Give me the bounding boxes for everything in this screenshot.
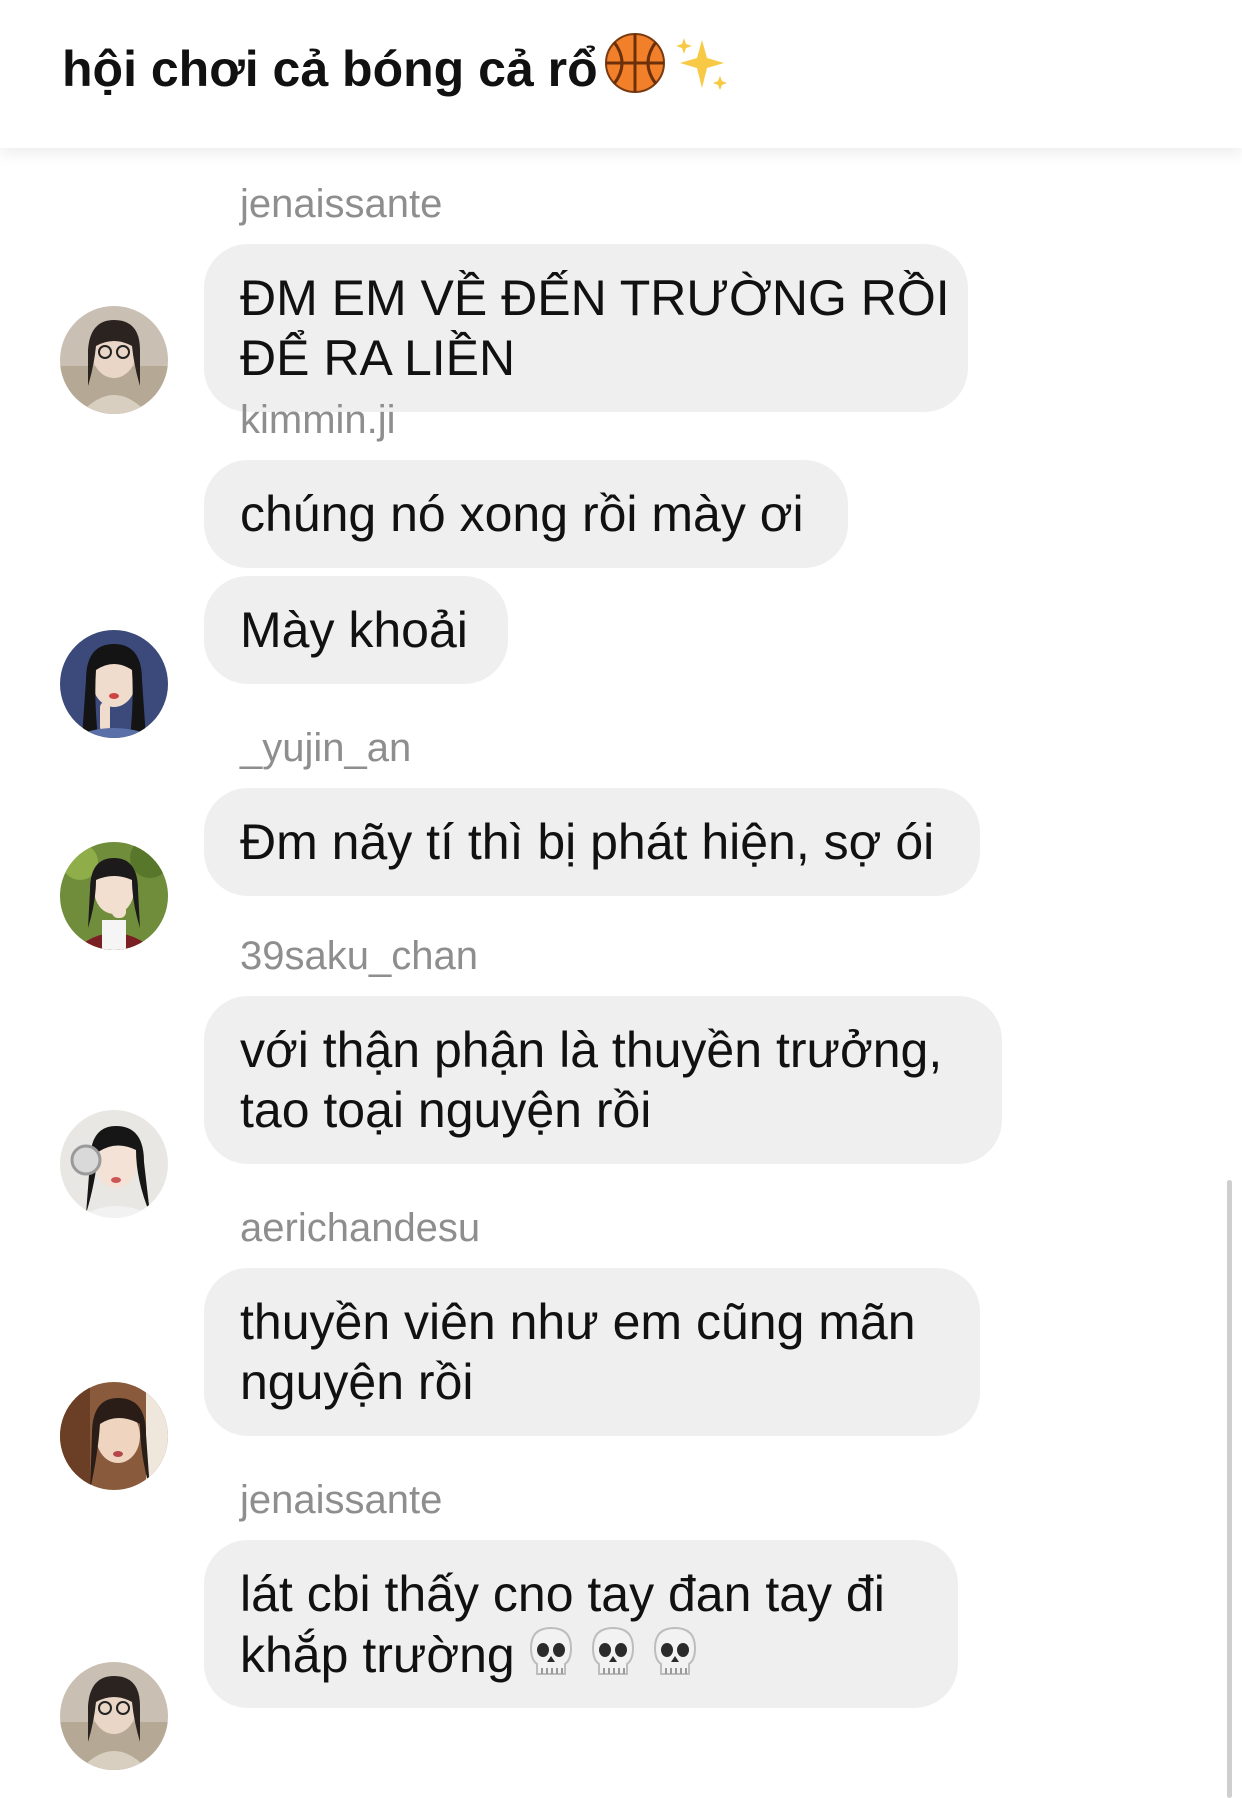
- group-title: hội chơi cả bóng cả rổ: [62, 41, 598, 97]
- avatar[interactable]: [60, 1110, 168, 1218]
- message-bubble[interactable]: với thận phận là thuyền trưởng, tao toại…: [204, 996, 1002, 1164]
- message-text: ĐM EM VỀ ĐẾN TRƯỜNG RỒI: [240, 270, 950, 326]
- sender-name: aerichandesu: [240, 1206, 481, 1250]
- message-bubble[interactable]: lát cbi thấy cno tay đan tay đi khắp trư…: [204, 1540, 958, 1708]
- message-text: thuyền viên như em cũng mãn: [240, 1294, 916, 1350]
- message-bubble[interactable]: Mày khoải: [204, 576, 508, 684]
- skull-icon: [649, 1624, 701, 1693]
- message-text: chúng nó xong rồi mày ơi: [240, 486, 804, 542]
- avatar[interactable]: [60, 630, 168, 738]
- skull-icon: [587, 1624, 639, 1693]
- message-text: ĐỂ RA LIỀN: [240, 330, 516, 386]
- basketball-icon: [602, 30, 668, 108]
- sparkles-icon: [672, 32, 732, 106]
- sender-name: jenaissante: [240, 182, 443, 226]
- message-list[interactable]: jenaissante ĐM EM VỀ ĐẾN TRƯỜNG RỒI ĐỂ R…: [0, 148, 1242, 1798]
- sender-name: 39saku_chan: [240, 934, 478, 978]
- message-bubble[interactable]: ĐM EM VỀ ĐẾN TRƯỜNG RỒI ĐỂ RA LIỀN: [204, 244, 968, 412]
- message-bubble[interactable]: Đm nãy tí thì bị phát hiện, sợ ói: [204, 788, 980, 896]
- message-text: lát cbi thấy cno tay đan tay đi: [240, 1566, 885, 1622]
- message-text: Mày khoải: [240, 602, 468, 658]
- chat-header: hội chơi cả bóng cả rổ: [0, 0, 1242, 148]
- scrollbar[interactable]: [1227, 1180, 1232, 1798]
- message-text: nguyện rồi: [240, 1354, 474, 1410]
- message-bubble[interactable]: thuyền viên như em cũng mãn nguyện rồi: [204, 1268, 980, 1436]
- avatar[interactable]: [60, 1662, 168, 1770]
- sender-name: jenaissante: [240, 1478, 443, 1522]
- message-text: khắp trường: [240, 1627, 515, 1683]
- message-bubble[interactable]: chúng nó xong rồi mày ơi: [204, 460, 848, 568]
- avatar[interactable]: [60, 1382, 168, 1490]
- message-text: Đm nãy tí thì bị phát hiện, sợ ói: [240, 814, 935, 870]
- sender-name: kimmin.ji: [240, 398, 396, 442]
- avatar[interactable]: [60, 306, 168, 414]
- message-text-with-emojis: khắp trường: [240, 1624, 922, 1693]
- sender-name: _yujin_an: [240, 726, 412, 770]
- group-title-row[interactable]: hội chơi cả bóng cả rổ: [62, 30, 732, 108]
- message-text: với thận phận là thuyền trưởng,: [240, 1022, 943, 1078]
- avatar[interactable]: [60, 842, 168, 950]
- skull-icon: [525, 1624, 577, 1693]
- message-text: tao toại nguyện rồi: [240, 1082, 652, 1138]
